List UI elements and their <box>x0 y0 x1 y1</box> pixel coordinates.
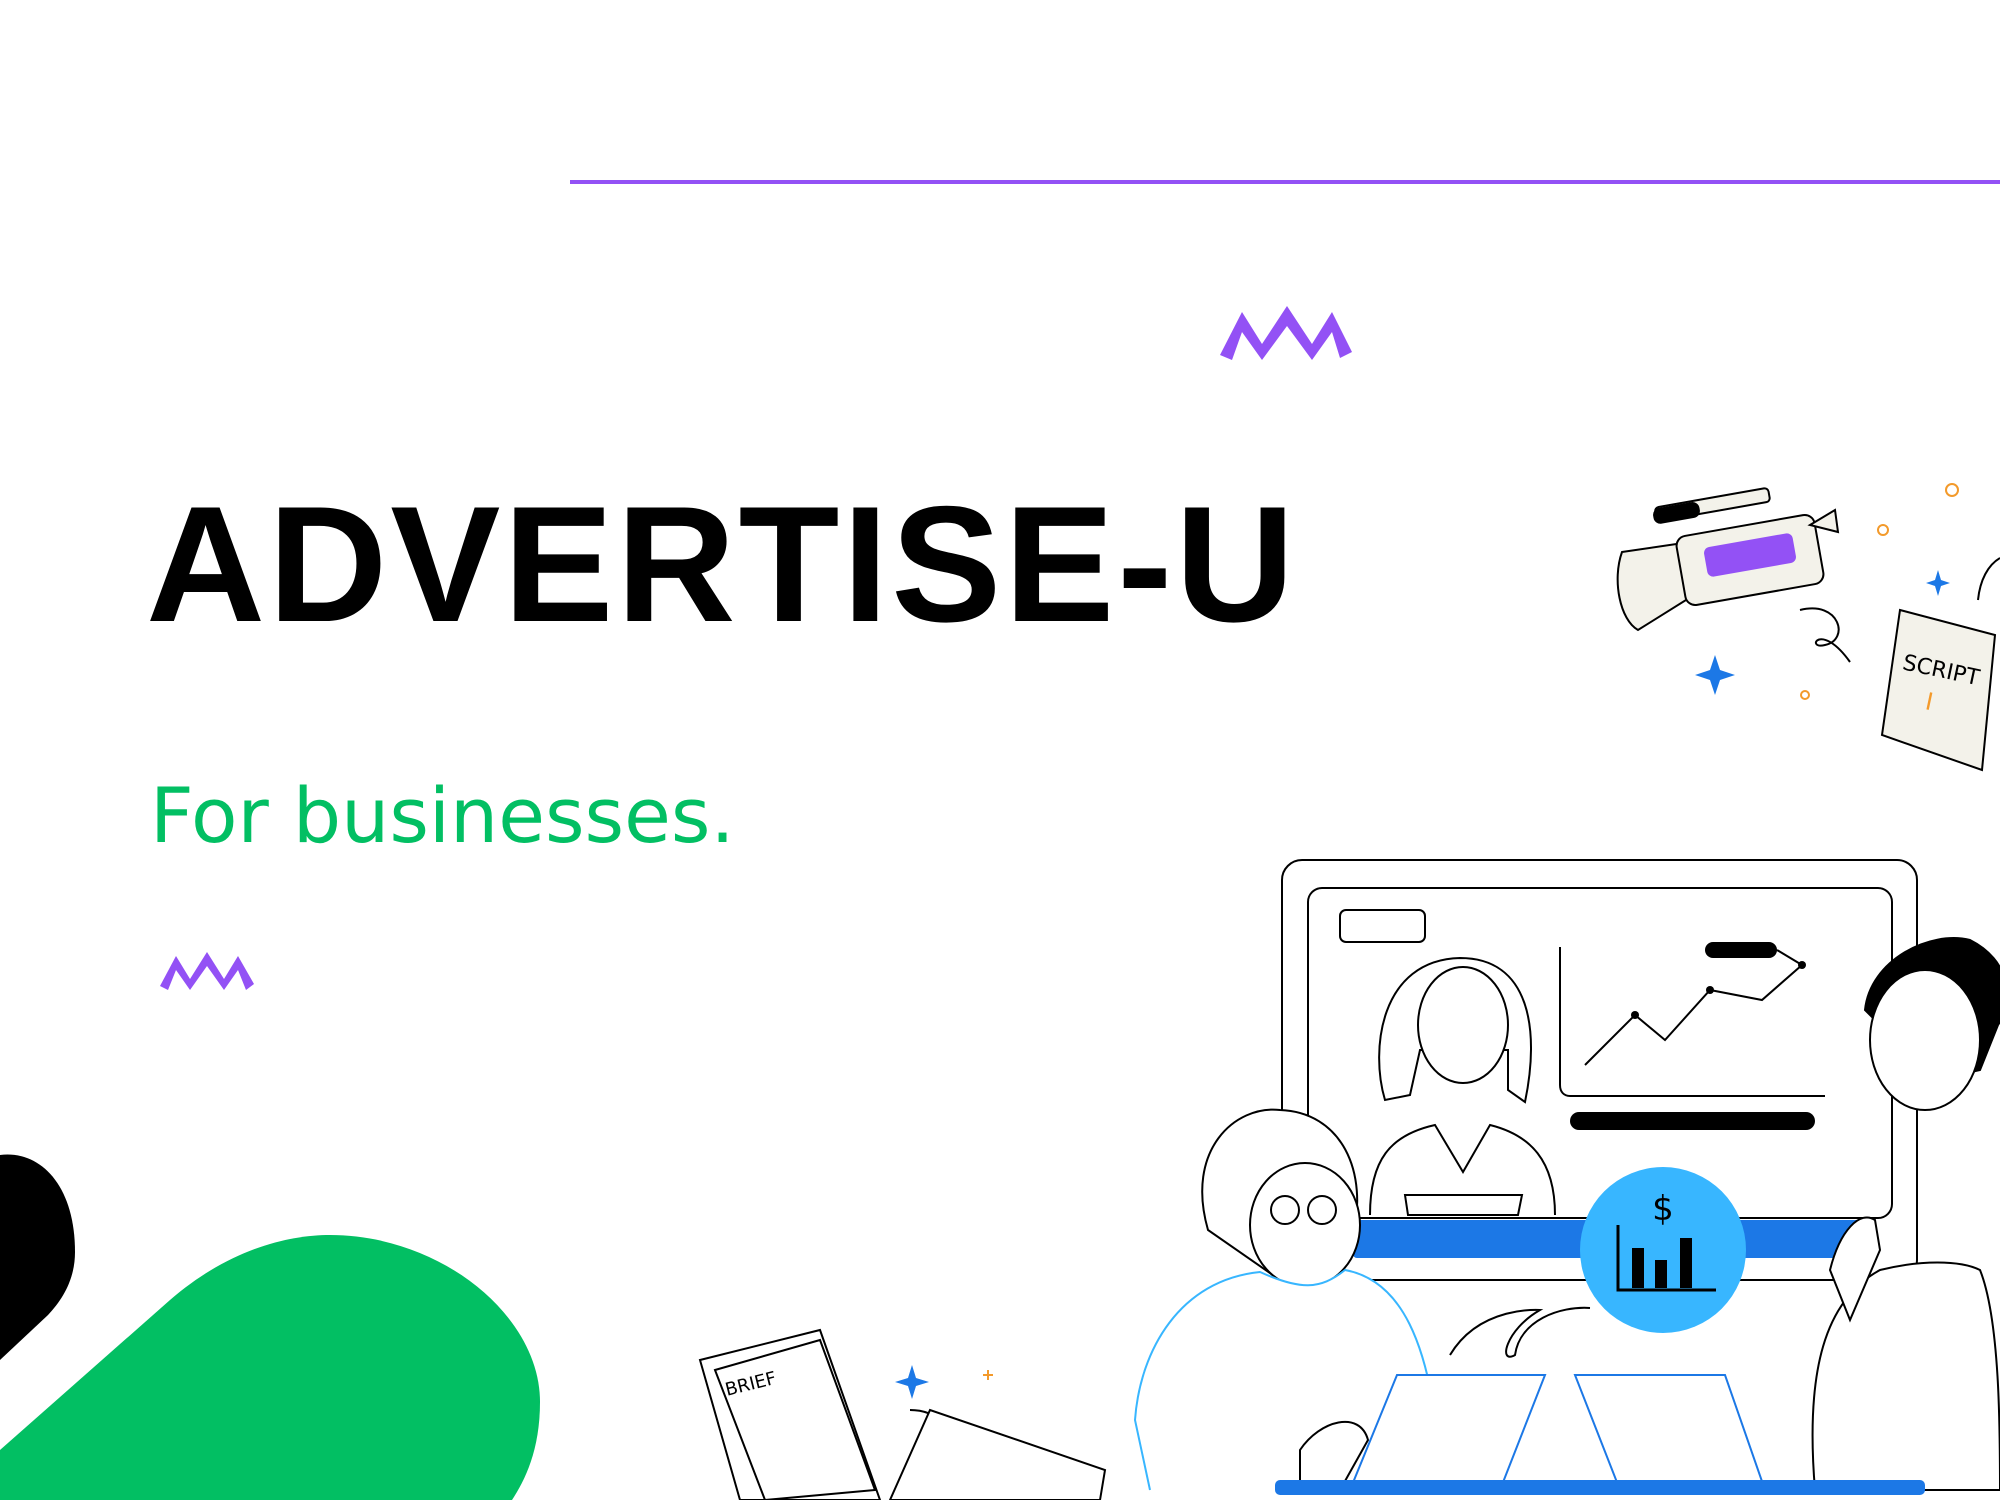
decorative-shapes <box>0 1154 540 1500</box>
brief-document-icon: BRIEF <box>698 1328 1107 1500</box>
top-divider-line <box>570 180 2000 184</box>
sparkle-icon <box>1695 655 1735 695</box>
zigzag-icon <box>160 952 254 990</box>
camera-illustration: SCRIPT I <box>1616 483 2000 772</box>
script-book-icon: SCRIPT I <box>1880 608 1997 772</box>
chart-icon: $ <box>1580 1167 1746 1333</box>
team-meeting-illustration: $ BRIEF <box>698 859 2000 1500</box>
brand-title: ADVERTISE-U <box>146 472 1298 656</box>
laptop-icon <box>1348 1374 1767 1491</box>
sparkle-icon <box>895 1365 929 1399</box>
zigzag-icon <box>1220 306 1352 360</box>
currency-symbol: $ <box>1652 1189 1674 1229</box>
sparkle-icon <box>1926 570 1950 596</box>
tagline: For businesses. <box>150 771 735 860</box>
